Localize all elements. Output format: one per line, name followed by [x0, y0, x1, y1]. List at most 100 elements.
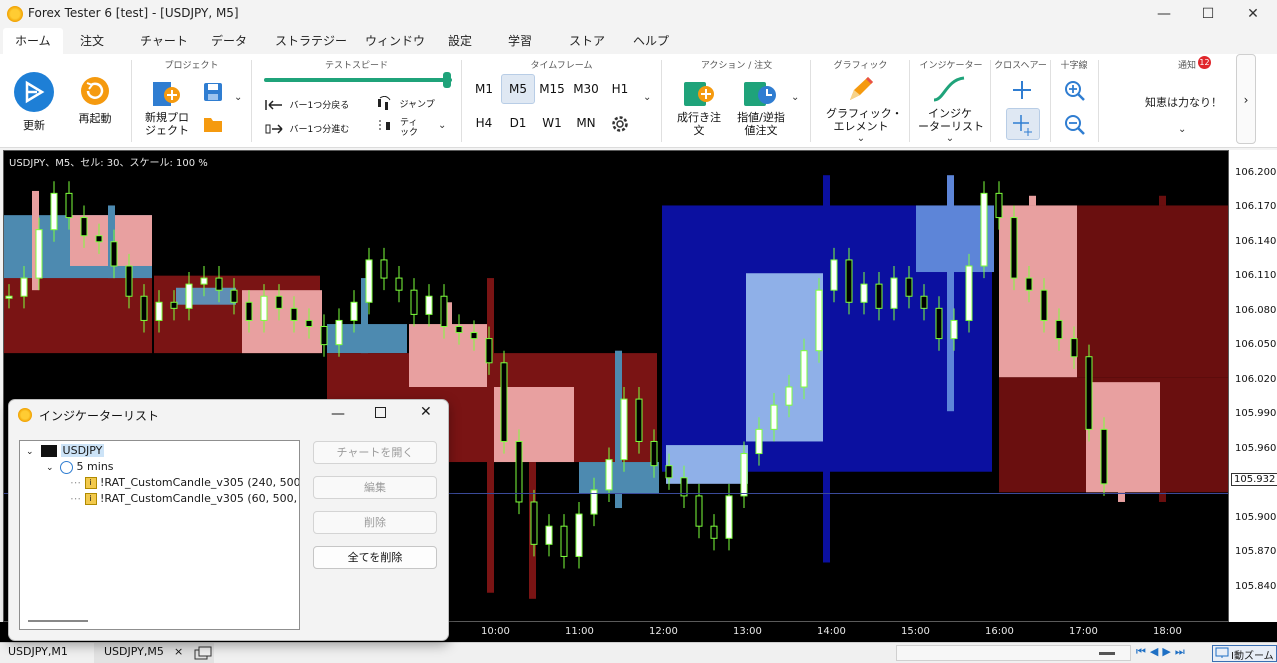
- candle-body: [755, 428, 763, 455]
- dialog-minimize-button[interactable]: —: [331, 406, 345, 422]
- ribbon-scroll-right-button[interactable]: ›: [1236, 54, 1256, 144]
- timeframe-m1[interactable]: M1: [467, 74, 501, 104]
- tick-button[interactable]: ティ ック: [376, 118, 426, 144]
- crosshair-button[interactable]: [1010, 78, 1034, 105]
- open-chart-button[interactable]: チャートを開く: [313, 441, 437, 464]
- candle-body: [320, 325, 328, 346]
- candle-body: [650, 440, 658, 467]
- tab-home[interactable]: ホーム: [3, 28, 63, 54]
- app-icon: [7, 6, 23, 22]
- custom-candle-wick: [487, 278, 494, 593]
- maximize-button[interactable]: ☐: [1185, 0, 1231, 28]
- time-tick: 14:00: [817, 626, 846, 637]
- separator: [131, 60, 132, 142]
- indicator-list-button[interactable]: インジケ ーターリスト ⌄: [918, 74, 984, 144]
- timeframe-m15[interactable]: M15: [535, 74, 569, 104]
- candle-body: [155, 301, 163, 321]
- price-tick: 106.200: [1235, 167, 1277, 178]
- tree-node-timeframe[interactable]: ⌄ 5 mins: [46, 459, 114, 475]
- indicator-group-label: インジケーター: [919, 61, 983, 71]
- speed-slider-track[interactable]: [264, 78, 452, 82]
- new-project-button[interactable]: 新規プロ ジェクト: [145, 78, 189, 140]
- chart-tab-m1[interactable]: USDJPY,M1: [8, 645, 68, 658]
- edit-button[interactable]: 編集: [313, 476, 437, 499]
- zoom-out-button[interactable]: [1064, 114, 1086, 139]
- graphic-group-label: グラフィック: [833, 61, 888, 71]
- ribbon: 更新 再起動 プロジェクト 新規プロ ジェクト ⌄ テストスピード バー1つ分戻…: [0, 54, 1277, 148]
- crosshair-move-button[interactable]: [1006, 108, 1040, 140]
- price-tick: 106.020: [1235, 374, 1277, 385]
- restore-tab-button[interactable]: [193, 646, 213, 663]
- zoom-in-button[interactable]: [1064, 80, 1086, 105]
- delete-all-button[interactable]: 全てを削除: [313, 546, 437, 569]
- tab-store[interactable]: ストア: [557, 28, 617, 54]
- chart-info-label: USDJPY、M5、セル: 30、スケール: 100 %: [9, 158, 208, 169]
- chevron-down-icon[interactable]: ⌄: [234, 92, 242, 103]
- tab-order[interactable]: 注文: [68, 28, 116, 54]
- timeframe-settings-button[interactable]: [610, 114, 630, 137]
- auto-zoom-button[interactable]: I動ズーム: [1212, 645, 1277, 662]
- close-tab-icon[interactable]: ×: [174, 645, 183, 658]
- save-button[interactable]: [203, 82, 223, 105]
- chart-tab-m5[interactable]: USDJPY,M5: [104, 645, 164, 658]
- tree-horizontal-scrollbar[interactable]: [28, 620, 88, 622]
- chevron-down-icon[interactable]: ⌄: [1178, 124, 1186, 135]
- candle-body: [635, 398, 643, 442]
- candle-body: [995, 192, 1003, 219]
- chevron-down-icon[interactable]: ⌄: [791, 92, 799, 103]
- candle-body: [1025, 277, 1033, 291]
- notification-text[interactable]: 知恵は力なり！: [1145, 94, 1222, 110]
- candle-body: [275, 295, 283, 309]
- candle-body: [260, 295, 268, 321]
- timeframe-h1[interactable]: H1: [603, 74, 637, 104]
- indicator-tree[interactable]: ⌄ USDJPY ⌄ 5 mins ⋯ i !RAT_CustomCandle_…: [19, 440, 300, 630]
- tree-item[interactable]: ⋯ i !RAT_CustomCandle_v305 (60, 500, TIC: [70, 491, 299, 507]
- chevron-down-icon[interactable]: ⌄: [438, 120, 446, 131]
- candle-body: [140, 295, 148, 321]
- scrollbar-thumb[interactable]: [1099, 652, 1115, 655]
- tab-data[interactable]: データ: [199, 28, 259, 54]
- time-tick: 12:00: [649, 626, 678, 637]
- minimize-button[interactable]: —: [1141, 0, 1187, 28]
- restart-button[interactable]: 再起動: [74, 76, 116, 126]
- chevron-down-icon[interactable]: ⌄: [643, 92, 651, 103]
- delete-button[interactable]: 削除: [313, 511, 437, 534]
- tab-strategy[interactable]: ストラテジー: [263, 28, 359, 54]
- graphic-elements-button[interactable]: グラフィック・ エレメント ⌄: [826, 74, 903, 144]
- timeframe-h4[interactable]: H4: [467, 108, 501, 138]
- refresh-button[interactable]: 更新: [12, 70, 56, 132]
- tree-item[interactable]: ⋯ i !RAT_CustomCandle_v305 (240, 500, TI…: [70, 475, 299, 491]
- timeframe-m5[interactable]: M5: [501, 74, 535, 104]
- limit-order-button[interactable]: 指値/逆指 値注文: [732, 78, 790, 140]
- tab-window[interactable]: ウィンドウ: [353, 28, 437, 54]
- candle-body: [500, 362, 508, 442]
- time-tick: 10:00: [481, 626, 510, 637]
- navigation-arrows[interactable]: ⏮◀▶⏭: [1136, 645, 1189, 659]
- tree-node-symbol[interactable]: ⌄ USDJPY: [26, 443, 105, 459]
- price-tick: 106.050: [1235, 339, 1277, 350]
- price-axis[interactable]: 106.200 106.170 106.140 106.110 106.080 …: [1229, 150, 1277, 622]
- auto-zoom-label: I動ズーム: [1231, 651, 1274, 662]
- dialog-close-button[interactable]: ✕: [420, 404, 432, 420]
- speed-slider-thumb[interactable]: [443, 72, 451, 88]
- jump-icon: [378, 95, 391, 110]
- tab-learning[interactable]: 学習: [496, 28, 544, 54]
- bar-back-button[interactable]: バー1つ分戻る: [264, 98, 364, 114]
- timeframe-w1[interactable]: W1: [535, 108, 569, 138]
- jump-button[interactable]: ジャンプ: [376, 95, 436, 114]
- new-project-icon: [153, 82, 180, 106]
- timeframe-m30[interactable]: M30: [569, 74, 603, 104]
- candle-body: [245, 301, 253, 321]
- timeframe-d1[interactable]: D1: [501, 108, 535, 138]
- tab-settings[interactable]: 設定: [436, 28, 484, 54]
- open-folder-button[interactable]: [203, 114, 223, 137]
- dialog-maximize-button[interactable]: [375, 407, 386, 418]
- bar-forward-button[interactable]: バー1つ分進む: [264, 122, 364, 138]
- close-button[interactable]: ✕: [1230, 0, 1276, 28]
- tab-help[interactable]: ヘルプ: [621, 28, 681, 54]
- candle-body: [200, 277, 208, 285]
- timeframe-mn[interactable]: MN: [569, 108, 603, 138]
- horizontal-scrollbar[interactable]: [896, 645, 1131, 661]
- market-order-button[interactable]: 成行き注 文: [672, 78, 726, 140]
- tab-chart[interactable]: チャート: [128, 28, 200, 54]
